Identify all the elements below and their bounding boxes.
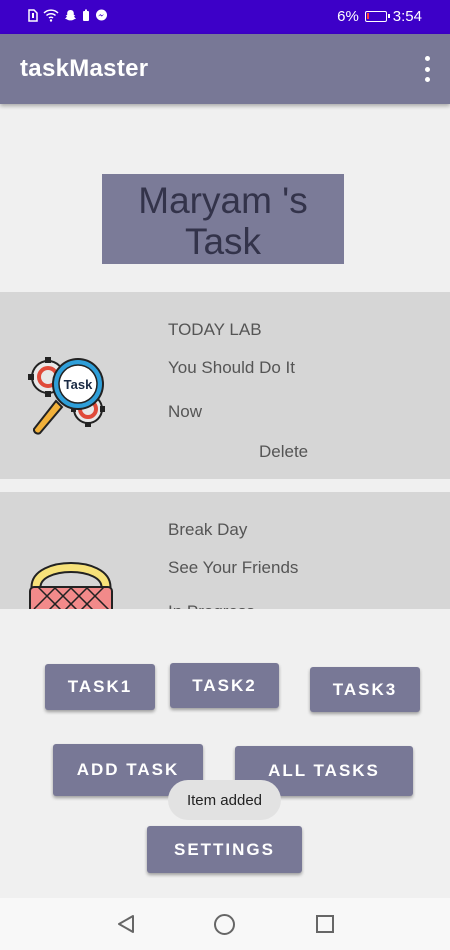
battery-icon: [364, 11, 390, 22]
system-nav-bar: [0, 898, 450, 950]
notification-icons: [28, 9, 108, 22]
messenger-icon: [96, 9, 107, 21]
task-body: See Your Friends: [168, 558, 299, 577]
battery-saver-icon: [83, 9, 89, 21]
clock: 3:54: [392, 8, 422, 25]
sim-icon: [28, 9, 38, 22]
battery-percent: 6%: [337, 8, 359, 25]
task-card[interactable]: Break Day See Your Friends In Progress: [0, 492, 450, 609]
task-card[interactable]: Task TODAY LAB You Should Do It Now Dele…: [0, 292, 450, 479]
recent-apps-icon[interactable]: [316, 915, 334, 933]
task3-button[interactable]: TASK3: [310, 667, 420, 712]
picnic-basket-icon: [29, 562, 113, 609]
task-state: In Progress: [168, 602, 255, 609]
task-body: You Should Do It: [168, 358, 295, 377]
snapchat-icon: [64, 10, 77, 21]
task-title: Break Day: [168, 520, 248, 539]
heading-line-2: Task: [184, 221, 262, 262]
home-icon[interactable]: [214, 914, 235, 935]
app-bar: taskMaster: [0, 34, 450, 104]
task-title: TODAY LAB: [168, 320, 262, 339]
page-heading: Maryam 's Task: [102, 174, 344, 264]
task-icon-label: Task: [64, 377, 93, 392]
task-list[interactable]: Task TODAY LAB You Should Do It Now Dele…: [0, 292, 450, 609]
heading-line-1: Maryam 's: [138, 180, 308, 221]
wifi-icon: [43, 9, 59, 22]
overflow-menu-icon[interactable]: [422, 56, 432, 82]
toast-message: Item added: [168, 780, 281, 820]
back-icon[interactable]: [116, 914, 136, 934]
task1-button[interactable]: TASK1: [45, 664, 155, 710]
delete-button[interactable]: Delete: [259, 442, 308, 462]
settings-button[interactable]: SETTINGS: [147, 826, 302, 873]
task-state: Now: [168, 402, 203, 421]
task-gears-magnifier-icon: Task: [28, 357, 105, 435]
app-title: taskMaster: [20, 55, 149, 82]
status-right: 6% 3:54: [337, 8, 422, 25]
status-bar: 6% 3:54: [0, 0, 450, 34]
task2-button[interactable]: TASK2: [170, 663, 279, 708]
